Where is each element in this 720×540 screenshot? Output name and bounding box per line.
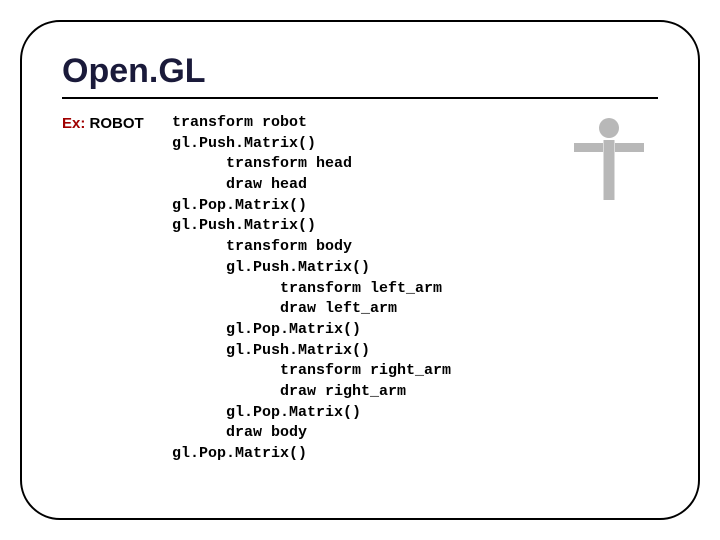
robot-left-arm-icon bbox=[574, 143, 603, 152]
example-main: ROBOT bbox=[85, 115, 143, 132]
title-underline bbox=[62, 97, 658, 99]
example-prefix: Ex: bbox=[62, 115, 85, 132]
code-block: transform robot gl.Push.Matrix() transfo… bbox=[172, 113, 451, 465]
page-title: Open.GL bbox=[62, 52, 658, 91]
robot-head-icon bbox=[599, 118, 619, 138]
slide-frame: Open.GL Ex: ROBOT transform robot gl.Pus… bbox=[20, 20, 700, 520]
robot-figure bbox=[574, 118, 644, 208]
example-label: Ex: ROBOT bbox=[62, 115, 144, 132]
robot-body-icon bbox=[604, 140, 615, 200]
robot-right-arm-icon bbox=[615, 143, 644, 152]
content-row: Ex: ROBOT transform robot gl.Push.Matrix… bbox=[62, 113, 658, 465]
label-column: Ex: ROBOT bbox=[62, 113, 172, 133]
